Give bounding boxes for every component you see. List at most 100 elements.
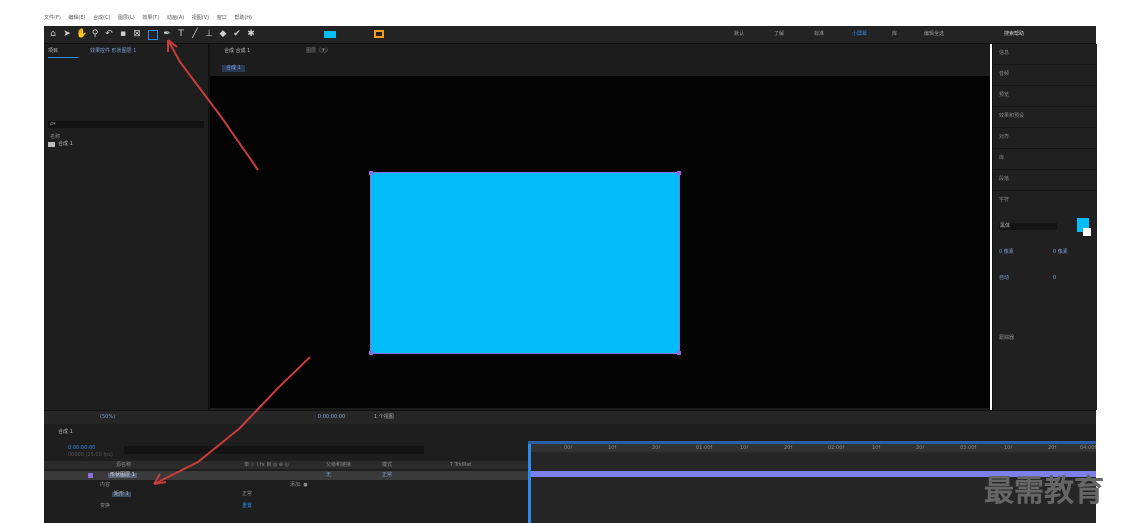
hand-tool-icon[interactable]: ✋	[76, 29, 87, 39]
source-name-header[interactable]: 源名称	[116, 463, 131, 468]
workspace-learn[interactable]: 了解	[774, 32, 784, 37]
fill-color-swatch[interactable]	[324, 31, 336, 38]
workspace-small-screen[interactable]: 小屏幕	[852, 32, 867, 37]
ruler-tick: 10f	[740, 445, 749, 451]
eraser-tool-icon[interactable]: ◆	[218, 29, 228, 39]
composition-tab[interactable]: 合成 合成 1	[224, 49, 250, 54]
project-tab[interactable]: 项目	[48, 49, 58, 54]
menu-effect[interactable]: 效果(T)	[142, 15, 159, 21]
character-stroke-color[interactable]	[1083, 228, 1091, 236]
kerning-value[interactable]: 自动	[999, 276, 1009, 281]
panel-paragraph[interactable]: 段落	[993, 170, 1097, 191]
menu-file[interactable]: 文件(F)	[44, 15, 61, 21]
layer-tab[interactable]: 图层（无）	[306, 49, 331, 54]
font-size-value[interactable]: 0 像素	[999, 250, 1014, 255]
pan-behind-tool-icon[interactable]: ⊠	[132, 29, 142, 39]
ruler-tick: 02:00f	[828, 445, 845, 451]
menu-edit[interactable]: 编辑(E)	[68, 15, 85, 21]
panel-preview[interactable]: 预览	[993, 86, 1097, 107]
comp-breadcrumb[interactable]: 合成 1	[222, 65, 245, 72]
zoom-select[interactable]: (50%)	[100, 415, 115, 420]
composition-icon	[48, 142, 55, 147]
ruler-tick: 00f	[564, 445, 573, 451]
view-count-select[interactable]: 1 个视图	[374, 415, 394, 420]
menu-view[interactable]: 视图(V)	[192, 15, 209, 21]
viewer-timecode[interactable]: 0:00:00:00	[318, 415, 345, 420]
vertex-handle[interactable]	[369, 171, 373, 175]
zoom-tool-icon[interactable]: ⚲	[90, 29, 100, 39]
panel-audio[interactable]: 音频	[993, 65, 1097, 86]
name-column-header[interactable]: 名称	[50, 135, 60, 140]
roto-brush-tool-icon[interactable]: ✔	[232, 29, 242, 39]
search-help-input[interactable]: 搜索帮助	[1004, 32, 1024, 37]
vertex-handle[interactable]	[677, 171, 681, 175]
add-content-button[interactable]: 添加: ●	[290, 483, 308, 488]
trkmat-header[interactable]: T TrkMat	[450, 463, 471, 468]
ruler-tick: 10f	[1004, 445, 1013, 451]
layer-row-shape[interactable]: 形状图层 1 正常 无	[44, 471, 528, 480]
menu-bar: 文件(F) 编辑(E) 合成(C) 图层(L) 效果(T) 动画(A) 视图(V…	[44, 16, 424, 24]
workspace-default[interactable]: 默认	[734, 32, 744, 37]
project-item-comp[interactable]: 合成 1	[58, 142, 73, 147]
panel-info[interactable]: 信息	[993, 44, 1097, 65]
timeline-tab[interactable]: 合成 1	[58, 430, 73, 435]
ruler-tick: 20f	[1048, 445, 1057, 451]
vertex-handle[interactable]	[677, 351, 681, 355]
rectangle-blend-mode[interactable]: 正常	[242, 492, 252, 497]
selection-tool-icon[interactable]: ➤	[62, 29, 72, 39]
time-ruler[interactable]: 00f 10f 20f 01:00f 10f 20f 02:00f 10f 20…	[528, 444, 1096, 452]
blue-rectangle-shape[interactable]	[370, 172, 680, 354]
layer-mode[interactable]: 正常	[382, 473, 392, 478]
clone-stamp-tool-icon[interactable]: ⊥	[204, 29, 214, 39]
menu-animation[interactable]: 动画(A)	[167, 15, 184, 21]
menu-window[interactable]: 窗口	[217, 15, 227, 21]
workspace-edit[interactable]: 编辑全选	[924, 32, 944, 37]
menu-help[interactable]: 帮助(H)	[234, 15, 252, 21]
menu-layer[interactable]: 图层(L)	[118, 15, 135, 21]
timeline-timecode[interactable]: 0:00:00:00	[68, 446, 95, 451]
panel-library[interactable]: 库	[993, 149, 1097, 170]
viewer-controls-bar: (50%) 0:00:00:00 1 个视图	[44, 410, 1096, 425]
layer-parent[interactable]: 无	[326, 473, 331, 478]
frame-rate-label: 00000 (25.00 fps)	[68, 452, 113, 458]
composition-viewer[interactable]	[210, 76, 990, 408]
ruler-tick: 03:00f	[960, 445, 977, 451]
puppet-tool-icon[interactable]: ✱	[246, 29, 256, 39]
rectangle-tool-icon[interactable]	[148, 30, 158, 40]
rectangle-group[interactable]: 矩形 1	[112, 492, 131, 497]
workspace-standard[interactable]: 标准	[814, 32, 824, 37]
project-panel: 项目 效果控件 形状图层 1 ρ▾ 名称 合成 1	[44, 44, 210, 410]
brush-tool-icon[interactable]: ╱	[190, 29, 200, 39]
work-area-bar[interactable]	[528, 441, 1096, 444]
transform-group[interactable]: 变换	[100, 504, 110, 509]
effects-control-tab[interactable]: 效果控件 形状图层 1	[90, 49, 136, 54]
stroke-color-swatch[interactable]	[374, 30, 384, 38]
timeline-search-input[interactable]	[124, 446, 424, 454]
menu-composition[interactable]: 合成(C)	[93, 15, 110, 21]
leading-value[interactable]: 0 像素	[1053, 250, 1068, 255]
parent-header[interactable]: 父级和链接	[326, 463, 351, 468]
home-icon[interactable]: ⌂	[48, 29, 58, 39]
project-search-input[interactable]: ρ▾	[48, 121, 204, 128]
ruler-tick: 01:00f	[696, 445, 713, 451]
panel-tracker[interactable]: 跟踪器	[999, 336, 1014, 341]
layer-label-color[interactable]	[88, 473, 93, 478]
type-tool-icon[interactable]: T	[176, 29, 186, 39]
search-icon: ρ▾	[50, 121, 56, 127]
camera-tool-icon[interactable]: ▪	[118, 29, 128, 39]
tracking-value[interactable]: 0	[1053, 276, 1056, 281]
ruler-tick: 20f	[916, 445, 925, 451]
panel-effects-presets[interactable]: 效果和预设	[993, 107, 1097, 128]
contents-group[interactable]: 内容	[100, 483, 110, 488]
vertex-handle[interactable]	[369, 351, 373, 355]
pen-tool-icon[interactable]: ✒	[162, 29, 172, 39]
layer-name[interactable]: 形状图层 1	[108, 473, 137, 478]
workspace-library[interactable]: 库	[892, 32, 897, 37]
reset-transform[interactable]: 重置	[242, 504, 252, 509]
panel-character[interactable]: 字符	[993, 191, 1097, 211]
mode-header[interactable]: 模式	[382, 463, 392, 468]
rotate-tool-icon[interactable]: ↶	[104, 29, 114, 39]
font-family-select[interactable]: 黑体	[999, 223, 1057, 230]
panel-align[interactable]: 对齐	[993, 128, 1097, 149]
playhead[interactable]	[528, 444, 531, 523]
